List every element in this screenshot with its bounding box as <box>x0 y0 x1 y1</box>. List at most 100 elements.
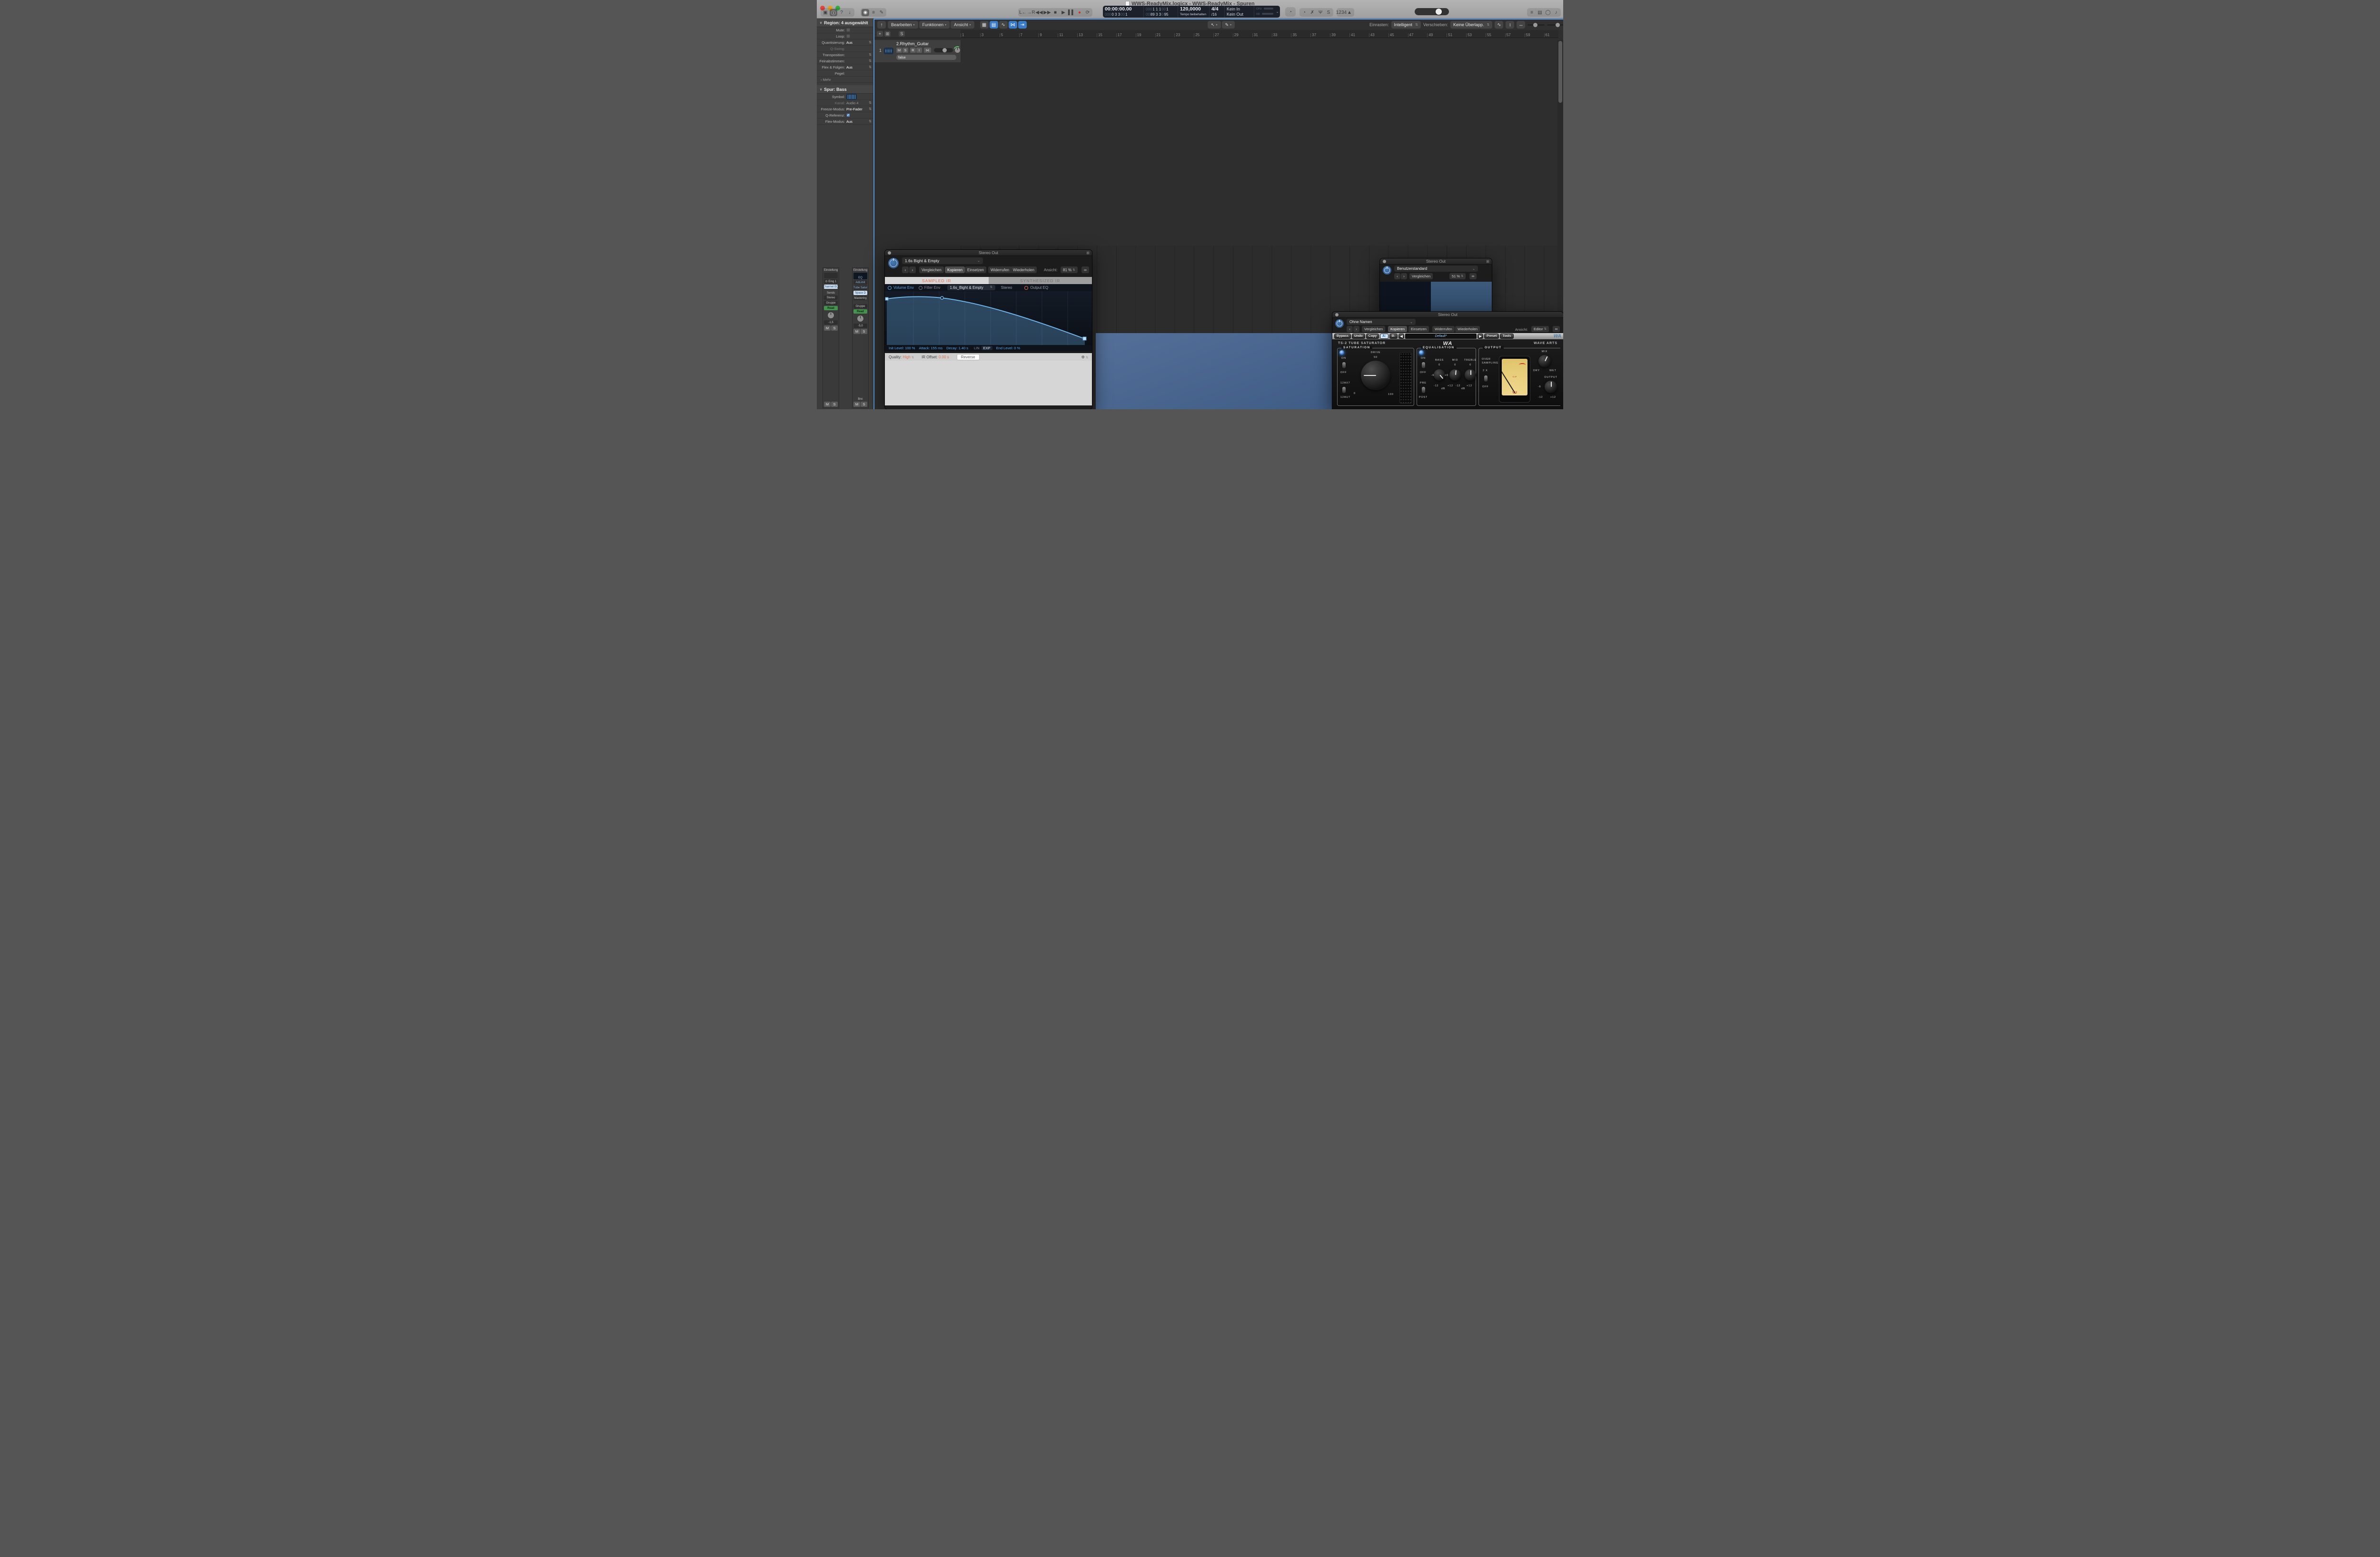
preset-select[interactable]: Benutzerstandard⌄ <box>1394 266 1478 272</box>
editors-icon[interactable]: ✎ <box>878 9 885 16</box>
saturation-on-off-switch[interactable] <box>1342 362 1346 369</box>
copy-button[interactable]: Kopieren <box>945 266 965 273</box>
ab-b-button[interactable]: B: <box>1389 334 1398 339</box>
output-eq-power-icon[interactable] <box>1024 286 1028 290</box>
button-s[interactable]: S <box>861 402 867 407</box>
grid-view-icon[interactable]: ▦ <box>980 21 989 29</box>
track-value[interactable]: Audio 4 <box>846 101 869 105</box>
mixer-icon[interactable]: ≡ <box>870 9 877 16</box>
copy-button[interactable]: Kopieren <box>1388 326 1407 332</box>
go-to-right-locator-button[interactable]: →R <box>1027 9 1035 16</box>
volume-env-power-icon[interactable] <box>888 286 892 290</box>
prev-preset-button[interactable]: ‹ <box>1347 326 1353 332</box>
lcd-display[interactable]: 00:00:00.00 0000 3 3001 0001 1 1001 0089… <box>1103 6 1280 18</box>
list-editors-icon[interactable]: ≡ <box>1528 9 1536 16</box>
close-icon[interactable] <box>888 251 891 255</box>
filter-env-tab[interactable]: Filter Env <box>924 286 941 290</box>
undo-button[interactable]: Widerrufen <box>1432 326 1455 332</box>
pan-knob[interactable] <box>857 315 864 322</box>
catch-playhead-icon[interactable]: ⇥ <box>1018 21 1027 29</box>
apple-loops-icon[interactable]: ↓ <box>846 9 853 16</box>
menu-bearbeiten[interactable]: Bearbeiten▾ <box>888 21 918 29</box>
plugin-window-titlebar[interactable]: Stereo Out⊞ <box>885 250 1092 256</box>
stepper-icon[interactable]: ⇅ <box>869 107 873 111</box>
vertical-zoom-slider[interactable] <box>1527 21 1545 28</box>
quality-value[interactable]: High <box>902 355 910 359</box>
envelope-graph[interactable] <box>885 291 1092 345</box>
menu-funktionen[interactable]: Funktionen▾ <box>919 21 950 29</box>
tuner-icon[interactable]: Ψ <box>1317 9 1324 16</box>
automation-icon[interactable]: ∿ <box>999 21 1008 29</box>
flex-mode-select[interactable]: false <box>896 55 956 60</box>
list-view-icon[interactable]: ▤ <box>990 21 998 29</box>
count-in-icon[interactable]: 1234 <box>1338 9 1345 16</box>
wavearts-preset-display[interactable]: Default* <box>1405 334 1477 339</box>
checkbox[interactable] <box>846 28 850 32</box>
next-preset-button[interactable]: › <box>1353 326 1359 332</box>
capture-recording-button[interactable]: ◔ <box>1285 7 1296 17</box>
pointer-tool-menu[interactable]: ↖▾ <box>1208 21 1221 29</box>
ir-offset-value[interactable]: 0.00 s <box>939 355 949 359</box>
plugin-slot[interactable]: Channel EQ <box>824 285 838 289</box>
redo-button[interactable]: Wiederholen <box>1011 266 1037 273</box>
record-button[interactable]: ● <box>1076 9 1083 16</box>
go-to-left-locator-button[interactable]: L← <box>1019 9 1027 16</box>
ir-file-select[interactable]: 1.6s_Bight & Empty⇅ <box>947 285 995 290</box>
filter-env-power-icon[interactable] <box>919 286 922 290</box>
prev-preset-button[interactable]: ‹ <box>1394 273 1400 279</box>
pan-knob[interactable] <box>827 312 834 319</box>
undo-button[interactable]: Widerrufen <box>988 266 1012 273</box>
volume-value[interactable]: -5,0 <box>853 324 867 328</box>
cycle-button[interactable]: ⟳ <box>1084 9 1091 16</box>
track-value[interactable]: Pre-Fader <box>846 107 869 111</box>
checkbox-checked[interactable]: ✓ <box>846 113 850 117</box>
solo-button[interactable]: S <box>902 48 908 53</box>
pan-knob[interactable] <box>954 47 961 53</box>
prev-preset-button[interactable]: ‹ <box>902 266 909 273</box>
metronome-icon[interactable]: ▲ <box>1346 9 1353 16</box>
compare-button[interactable]: Vergleichen <box>1409 273 1433 279</box>
drag-select[interactable]: Keine Überlapp.⇅ <box>1450 21 1492 29</box>
plugin-slot[interactable]: Tube Satur <box>853 286 867 290</box>
undo-button[interactable]: Undo <box>1352 334 1365 339</box>
lcd-mode-chevron-icon[interactable]: ⌄ <box>1276 10 1279 14</box>
drive-knob[interactable] <box>1361 361 1390 390</box>
flex-icon[interactable]: ⋈ <box>1009 21 1017 29</box>
link-icon[interactable]: ∞ <box>1553 326 1560 332</box>
horizontal-zoom-button[interactable]: ↔ <box>1517 21 1525 29</box>
automation-mode-button[interactable]: Read <box>824 306 838 310</box>
next-preset-button[interactable]: › <box>1401 273 1407 279</box>
redo-button[interactable]: Wiederholen <box>1455 326 1480 332</box>
bar-ruler[interactable]: 1357911131517192123252729313335373941434… <box>961 30 1558 38</box>
bass-knob[interactable] <box>1434 369 1445 381</box>
smart-controls-icon[interactable]: ◉ <box>862 9 869 16</box>
link-window-icon[interactable]: ⊞ <box>1086 251 1090 255</box>
stop-button[interactable]: ■ <box>1051 9 1059 16</box>
secondary-tool-menu[interactable]: ✎▾ <box>1222 21 1235 29</box>
browsers-icon[interactable]: ♪ <box>1552 9 1560 16</box>
paste-button[interactable]: Einsetzen <box>1408 326 1429 332</box>
reverse-button[interactable]: Reverse <box>957 354 980 360</box>
view-mode-select[interactable]: Editor ⇅ <box>1531 326 1549 332</box>
settings-gear-icon[interactable]: ⚙ ⇅ <box>1081 355 1088 359</box>
plugin-window-titlebar[interactable]: Stereo Out⊞ <box>1380 258 1492 265</box>
solo-icon[interactable]: S <box>1325 9 1332 16</box>
no-input-monitoring-icon[interactable]: ✗ <box>1309 9 1316 16</box>
stepper-icon[interactable]: ⇅ <box>869 53 873 57</box>
track-name[interactable]: 2.Rhythm_Guitar <box>896 41 929 46</box>
record-enable-button[interactable]: R <box>910 48 916 53</box>
region-value[interactable]: Aus <box>846 65 869 69</box>
preset-menu-button[interactable]: Preset <box>1484 334 1499 339</box>
track-symbol-icon[interactable] <box>846 94 857 100</box>
next-preset-icon[interactable]: ▶ <box>1478 334 1483 339</box>
tools-menu-button[interactable]: Tools <box>1500 334 1513 339</box>
eq-on-off-switch[interactable] <box>1421 362 1426 369</box>
menu-ansicht[interactable]: Ansicht▾ <box>951 21 974 29</box>
audio-device-slot[interactable] <box>824 273 838 278</box>
pause-button[interactable]: ▌▌ <box>1068 9 1075 16</box>
add-track-button[interactable]: + <box>877 31 883 37</box>
close-icon[interactable] <box>1383 260 1386 263</box>
region-row-8[interactable]: › Mehr <box>817 77 873 83</box>
treble-knob[interactable] <box>1465 369 1476 381</box>
plugin-power-button[interactable] <box>1383 266 1391 275</box>
